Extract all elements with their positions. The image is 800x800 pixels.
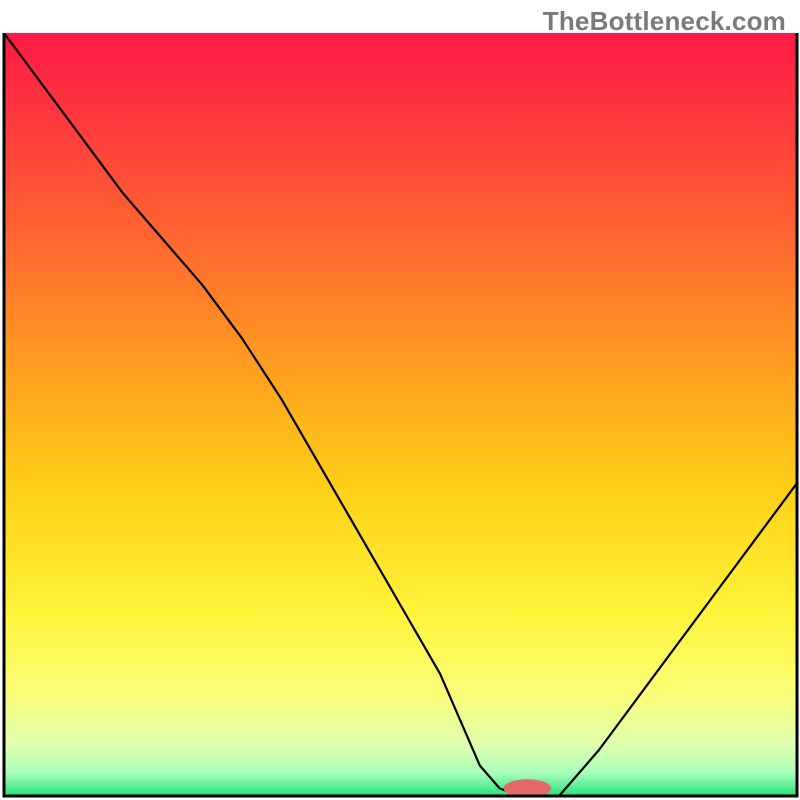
gradient-background xyxy=(4,33,797,796)
bottleneck-chart: TheBottleneck.com xyxy=(0,0,800,800)
watermark-text: TheBottleneck.com xyxy=(543,6,786,37)
chart-svg xyxy=(0,0,800,800)
